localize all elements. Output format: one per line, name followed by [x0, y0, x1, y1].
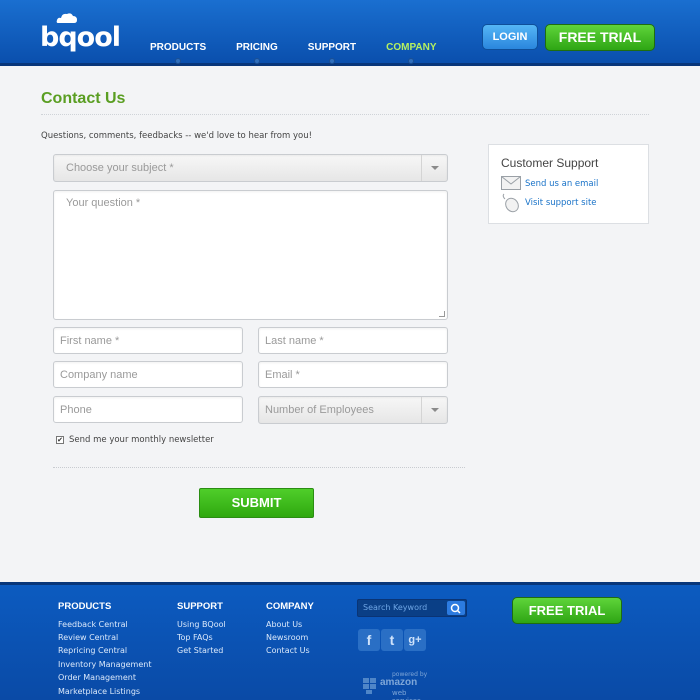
footer-support-heading: SUPPORT [177, 601, 223, 612]
footer-link[interactable]: Get Started [177, 646, 223, 655]
nav-indicator [253, 58, 260, 64]
nav-support[interactable]: SUPPORT [307, 42, 357, 64]
aws-brand: amazon [380, 677, 418, 688]
main-nav: PRODUCTS PRICING SUPPORT COMPANY [150, 42, 467, 64]
twitter-icon[interactable]: t [381, 629, 403, 651]
company-name-field[interactable]: Company name [53, 361, 243, 388]
nav-support-label: SUPPORT [307, 42, 357, 53]
page-title: Contact Us [41, 90, 126, 107]
aws-cube-icon [363, 678, 376, 694]
footer-link[interactable]: Top FAQs [177, 633, 213, 642]
subject-placeholder: Choose your subject * [66, 162, 174, 174]
mouse-icon [502, 193, 519, 213]
nav-pricing-label: PRICING [236, 42, 278, 53]
support-site-link[interactable]: Visit support site [525, 198, 597, 208]
chevron-down-icon [421, 397, 447, 423]
form-divider [53, 467, 465, 468]
footer-search-input[interactable]: Search Keyword [357, 599, 467, 617]
footer-link[interactable]: Review Central [58, 633, 118, 642]
submit-button[interactable]: SUBMIT [199, 488, 314, 518]
footer-free-trial-button[interactable]: FREE TRIAL [512, 597, 622, 624]
title-divider [41, 114, 649, 115]
employees-select[interactable]: Number of Employees [258, 396, 448, 424]
nav-company-label: COMPANY [386, 42, 437, 53]
send-email-link[interactable]: Send us an email [525, 179, 598, 189]
first-name-field[interactable]: First name * [53, 327, 243, 354]
amazon-web-services-logo: powered by amazon web services [362, 671, 436, 700]
nav-indicator [175, 58, 182, 64]
phone-field[interactable]: Phone [53, 396, 243, 423]
last-name-field[interactable]: Last name * [258, 327, 448, 354]
facebook-icon[interactable]: f [358, 629, 380, 651]
free-trial-button[interactable]: FREE TRIAL [545, 24, 655, 51]
employees-placeholder: Number of Employees [265, 404, 374, 416]
site-header: bqool PRODUCTS PRICING SUPPORT COMPANY L… [0, 0, 700, 66]
logo-text: bqool [40, 22, 121, 53]
newsletter-checkbox[interactable]: ✔ [56, 436, 64, 444]
nav-products-label: PRODUCTS [150, 42, 207, 53]
footer-link[interactable]: About Us [266, 620, 302, 629]
google-plus-icon[interactable]: g+ [404, 629, 426, 651]
question-placeholder: Your question * [66, 197, 141, 209]
footer-company-heading: COMPANY [266, 601, 314, 612]
search-button[interactable] [447, 601, 465, 615]
nav-products[interactable]: PRODUCTS [150, 42, 207, 64]
footer-link[interactable]: Contact Us [266, 646, 310, 655]
support-title: Customer Support [501, 156, 599, 170]
question-textarea[interactable]: Your question * [53, 190, 448, 320]
chevron-down-icon [421, 155, 447, 181]
customer-support-panel: Customer Support Send us an email Visit … [488, 144, 649, 224]
nav-company[interactable]: COMPANY [386, 42, 437, 64]
footer-link[interactable]: Marketplace Listings [58, 687, 140, 696]
subject-select[interactable]: Choose your subject * [53, 154, 448, 182]
footer-link[interactable]: Inventory Management [58, 660, 151, 669]
search-icon [450, 603, 461, 614]
nav-indicator [408, 58, 415, 64]
site-footer: PRODUCTS Feedback Central Review Central… [0, 582, 700, 700]
login-button[interactable]: LOGIN [482, 24, 538, 50]
nav-pricing[interactable]: PRICING [236, 42, 278, 64]
footer-link[interactable]: Using BQool [177, 620, 226, 629]
intro-text: Questions, comments, feedbacks -- we'd l… [41, 131, 312, 141]
footer-link[interactable]: Repricing Central [58, 646, 127, 655]
nav-indicator [328, 58, 335, 64]
email-field[interactable]: Email * [258, 361, 448, 388]
aws-sub: web services [392, 689, 421, 700]
footer-link[interactable]: Newsroom [266, 633, 308, 642]
resize-handle-icon[interactable] [439, 311, 445, 317]
footer-products-heading: PRODUCTS [58, 601, 112, 612]
footer-link[interactable]: Order Management [58, 673, 136, 682]
bqool-logo[interactable]: bqool [40, 13, 128, 56]
search-placeholder: Search Keyword [363, 603, 428, 612]
envelope-icon [501, 176, 521, 190]
newsletter-label: Send me your monthly newsletter [69, 435, 214, 445]
footer-link[interactable]: Feedback Central [58, 620, 128, 629]
